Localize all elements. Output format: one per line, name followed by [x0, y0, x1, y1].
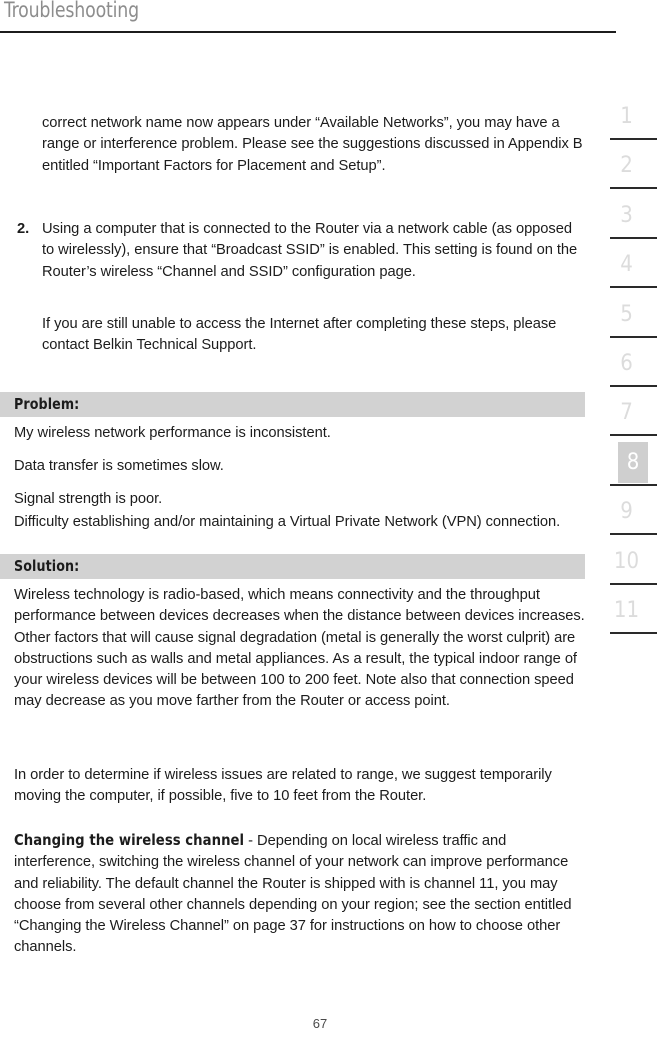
solution-paragraph-2: In order to determine if wireless issues…	[14, 767, 552, 805]
section-index-divider	[610, 631, 657, 634]
section-index-divider	[610, 533, 657, 536]
section-index-item[interactable]: 5	[605, 294, 657, 343]
section-index-item-active[interactable]: 8	[605, 441, 657, 491]
solution-paragraph-3: Changing the wireless channel - Dependin…	[14, 830, 587, 959]
section-index-number: 1	[620, 104, 633, 129]
problem-label: Problem:	[14, 395, 80, 413]
solution-paragraph-1: Wireless technology is radio-based, whic…	[14, 587, 585, 710]
section-index-item[interactable]: 9	[605, 491, 657, 540]
section-index-item[interactable]: 10	[605, 541, 657, 590]
section-index-divider	[610, 483, 657, 486]
section-index: 1 2 3 4 5 6 7 8 9 10 11	[605, 96, 657, 639]
section-index-divider	[610, 187, 657, 190]
section-index-number: 5	[620, 301, 633, 327]
page-header: Troubleshooting	[0, 0, 657, 36]
section-index-item[interactable]: 4	[605, 244, 657, 293]
section-index-number: 9	[620, 499, 633, 525]
section-index-divider	[610, 286, 657, 289]
paragraph-contact-support: If you are still unable to access the In…	[42, 316, 557, 354]
section-index-number: 11	[613, 597, 640, 623]
section-index-divider	[610, 582, 657, 585]
header-divider	[0, 31, 616, 33]
list-marker-2: 2.	[17, 221, 30, 237]
paragraph-step-2: Using a computer that is connected to th…	[42, 221, 578, 280]
section-index-number: 7	[620, 400, 633, 426]
paragraph-continued: correct network name now appears under “…	[42, 115, 583, 174]
section-index-item[interactable]: 3	[605, 195, 657, 244]
section-index-item[interactable]: 2	[605, 145, 657, 194]
section-index-number: 10	[613, 548, 640, 574]
section-index-number: 8	[618, 441, 648, 483]
section-index-number: 6	[620, 350, 633, 376]
section-index-item[interactable]: 1	[605, 96, 657, 145]
problem-line-3: Signal strength is poor.	[14, 491, 163, 507]
solution-paragraph-3-lead: Changing the wireless channel	[14, 832, 245, 849]
section-index-item[interactable]: 7	[605, 392, 657, 441]
section-index-divider	[610, 434, 657, 437]
section-index-number: 2	[620, 153, 633, 179]
section-index-number: 4	[620, 252, 633, 278]
section-index-number: 3	[620, 202, 633, 228]
solution-paragraph-3-rest: - Depending on local wireless traffic an…	[14, 833, 572, 956]
problem-line-4: Difficulty establishing and/or maintaini…	[14, 514, 561, 530]
page-title: Troubleshooting	[4, 0, 139, 22]
section-index-divider	[610, 236, 657, 239]
problem-line-2: Data transfer is sometimes slow.	[14, 458, 224, 474]
section-index-divider	[610, 138, 657, 140]
solution-label: Solution:	[14, 557, 80, 575]
solution-section-bar: Solution:	[0, 554, 585, 579]
section-index-divider	[610, 384, 657, 387]
section-index-item[interactable]: 11	[605, 590, 657, 639]
page-number: 67	[312, 1016, 328, 1031]
problem-section-bar: Problem:	[0, 392, 585, 417]
section-index-divider	[610, 335, 657, 338]
problem-line-1: My wireless network performance is incon…	[14, 425, 331, 441]
section-index-item[interactable]: 6	[605, 343, 657, 392]
